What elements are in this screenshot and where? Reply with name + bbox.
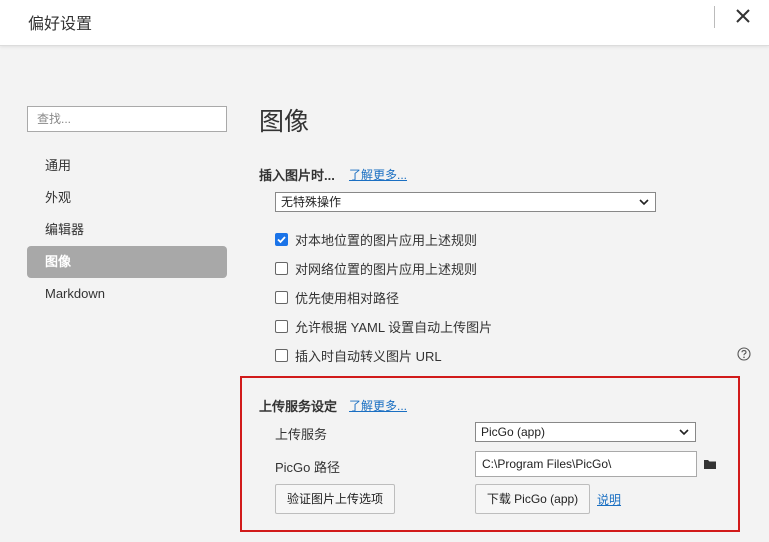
option-label: 对本地位置的图片应用上述规则: [295, 232, 478, 248]
option-label: 对网络位置的图片应用上述规则: [295, 261, 478, 277]
sidebar-nav: 通用 外观 编辑器 图像 Markdown: [27, 150, 227, 310]
checkbox-yaml-upload[interactable]: [275, 319, 288, 333]
sidebar-item-markdown[interactable]: Markdown: [27, 278, 227, 310]
checkbox-network-images[interactable]: [275, 261, 288, 275]
insert-action-select[interactable]: 无特殊操作: [275, 192, 656, 212]
option-local-images[interactable]: 对本地位置的图片应用上述规则: [275, 230, 477, 248]
insert-learn-more-link[interactable]: 了解更多...: [349, 166, 407, 183]
sidebar-item-image[interactable]: 图像: [27, 246, 227, 278]
option-relative-path[interactable]: 优先使用相对路径: [275, 288, 399, 306]
search-input[interactable]: [27, 106, 227, 132]
folder-icon[interactable]: [703, 458, 717, 470]
sidebar-item-appearance[interactable]: 外观: [27, 182, 227, 214]
picgo-path-label: PicGo 路径: [275, 460, 341, 475]
help-icon[interactable]: [737, 347, 751, 361]
option-yaml-upload[interactable]: 允许根据 YAML 设置自动上传图片: [275, 317, 492, 335]
chevron-down-icon: [679, 429, 689, 436]
title-separator: [714, 6, 715, 28]
close-icon[interactable]: [732, 5, 754, 27]
upload-learn-more-link[interactable]: 了解更多...: [349, 397, 407, 414]
insert-image-label: 插入图片时...: [259, 168, 335, 183]
sidebar-item-general[interactable]: 通用: [27, 150, 227, 182]
upload-service-select[interactable]: PicGo (app): [475, 422, 696, 442]
sidebar-item-editor[interactable]: 编辑器: [27, 214, 227, 246]
insert-action-value: 无特殊操作: [281, 195, 342, 209]
option-network-images[interactable]: 对网络位置的图片应用上述规则: [275, 259, 477, 277]
title-bar: 偏好设置: [0, 0, 769, 46]
checkbox-escape-url[interactable]: [275, 348, 288, 362]
option-label: 优先使用相对路径: [295, 290, 400, 306]
option-escape-url[interactable]: 插入时自动转义图片 URL: [275, 346, 442, 364]
download-picgo-button[interactable]: 下载 PicGo (app): [475, 484, 590, 514]
option-label: 插入时自动转义图片 URL: [295, 348, 442, 364]
chevron-down-icon: [639, 199, 649, 206]
instructions-link[interactable]: 说明: [597, 491, 621, 508]
page-title: 图像: [259, 108, 310, 136]
verify-upload-button[interactable]: 验证图片上传选项: [275, 484, 395, 514]
upload-settings-label: 上传服务设定: [259, 399, 338, 414]
option-label: 允许根据 YAML 设置自动上传图片: [295, 319, 493, 335]
check-icon: [277, 235, 286, 243]
checkbox-local-images[interactable]: [275, 232, 288, 246]
upload-service-value: PicGo (app): [481, 425, 546, 439]
upload-service-label: 上传服务: [275, 427, 328, 442]
window-title: 偏好设置: [28, 16, 93, 33]
checkbox-relative-path[interactable]: [275, 290, 288, 304]
picgo-path-input[interactable]: C:\Program Files\PicGo\: [475, 451, 697, 477]
